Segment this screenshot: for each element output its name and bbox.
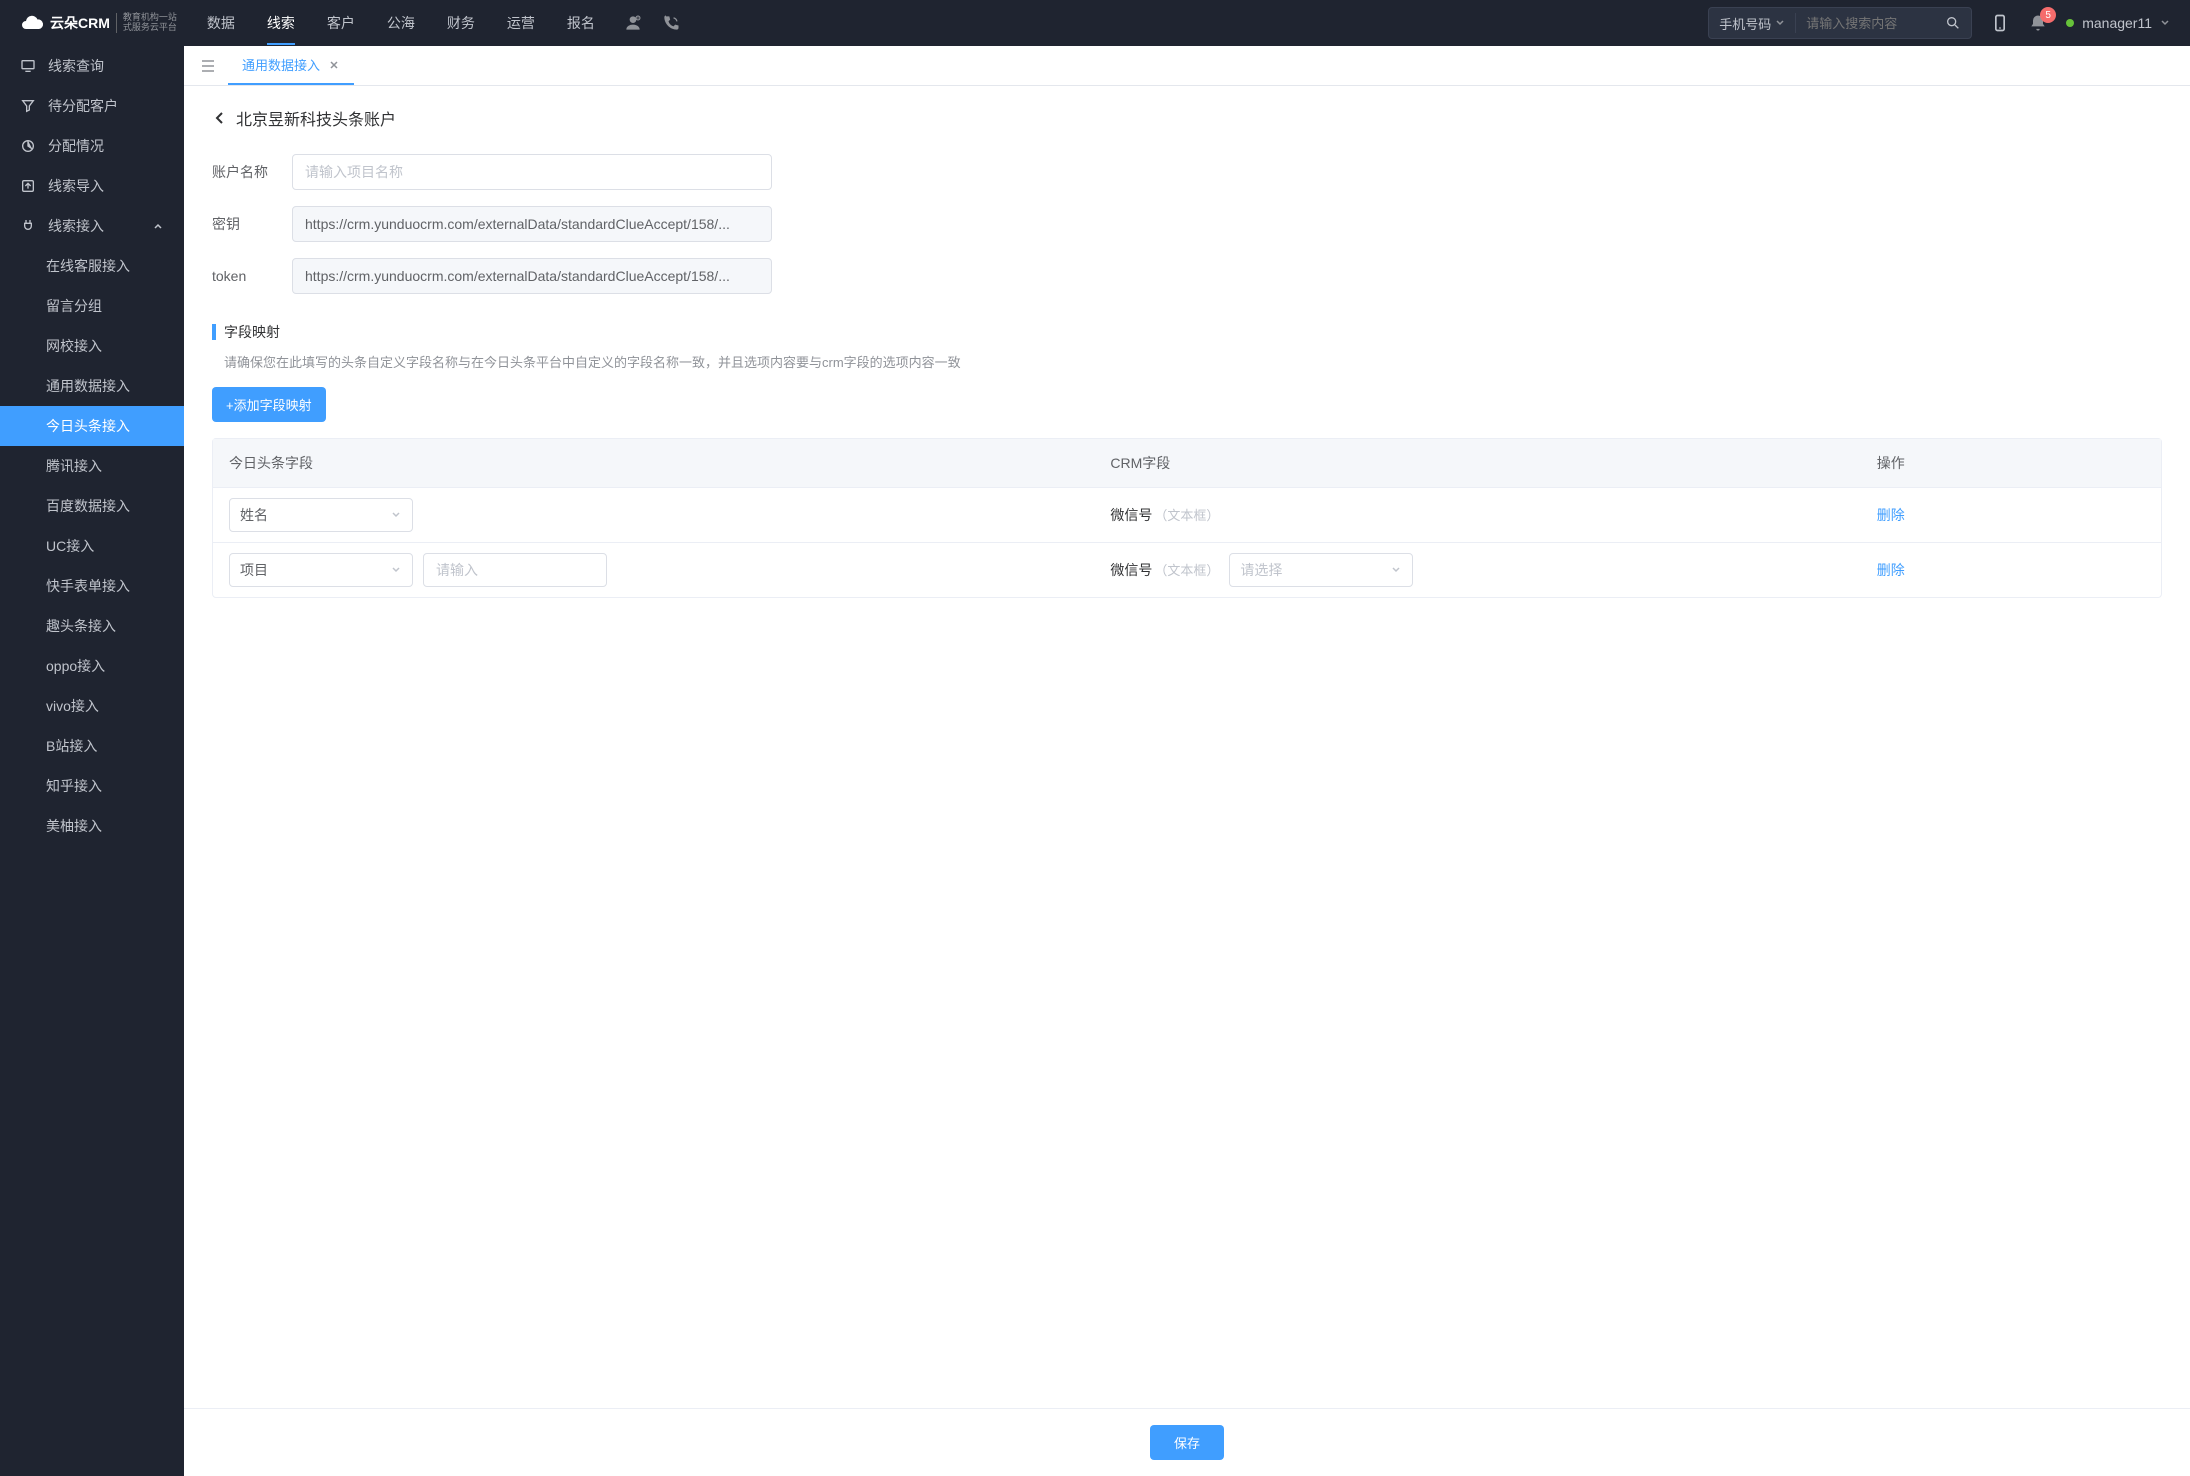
cloud-icon	[20, 11, 44, 35]
monitor-icon	[20, 58, 36, 74]
chevron-down-icon	[390, 564, 402, 576]
search-icon	[1945, 15, 1961, 31]
status-dot	[2066, 19, 2074, 27]
sidebar-item[interactable]: 线索查询	[0, 46, 184, 86]
sidebar-item[interactable]: 线索导入	[0, 166, 184, 206]
search-input[interactable]	[1795, 13, 1935, 33]
crm-field-label: 微信号（文本框）	[1110, 505, 1219, 525]
section-accent-bar	[212, 324, 216, 340]
account-label: 账户名称	[212, 162, 292, 182]
logo-subtitle: 教育机构一站 式服务云平台	[116, 13, 177, 33]
sidebar-sub-item[interactable]: UC接入	[0, 526, 184, 566]
user-plus-icon[interactable]	[623, 13, 643, 33]
nav-item[interactable]: 财务	[447, 1, 475, 45]
close-icon[interactable]	[328, 59, 340, 71]
nav-item[interactable]: 线索	[267, 1, 295, 45]
nav-item[interactable]: 数据	[207, 1, 235, 45]
back-icon[interactable]	[212, 110, 228, 126]
nav-item[interactable]: 运营	[507, 1, 535, 45]
sidebar-sub-item[interactable]: 今日头条接入	[0, 406, 184, 446]
table-header-toutiao: 今日头条字段	[229, 453, 1110, 473]
crm-field-select[interactable]: 请选择	[1229, 553, 1413, 587]
page-title: 北京昱新科技头条账户	[236, 106, 396, 130]
main-content: 通用数据接入 北京昱新科技头条账户 账户名称 密钥 token 字段映射	[184, 46, 2190, 1476]
token-label: token	[212, 268, 292, 284]
footer-bar: 保存	[184, 1408, 2190, 1476]
section-title: 字段映射	[224, 322, 280, 342]
sidebar-sub-item[interactable]: 留言分组	[0, 286, 184, 326]
delete-link[interactable]: 删除	[1877, 562, 1905, 578]
sidebar-sub-item[interactable]: 网校接入	[0, 326, 184, 366]
add-field-mapping-button[interactable]: +添加字段映射	[212, 387, 326, 422]
account-name-input[interactable]	[292, 154, 772, 190]
chevron-up-icon	[152, 220, 164, 232]
chevron-down-icon	[1390, 564, 1402, 576]
secret-label: 密钥	[212, 214, 292, 234]
sidebar-sub-item[interactable]: 在线客服接入	[0, 246, 184, 286]
phone-icon[interactable]	[661, 13, 681, 33]
sidebar-item[interactable]: 分配情况	[0, 126, 184, 166]
sidebar-item[interactable]: 线索接入	[0, 206, 184, 246]
search-type-select[interactable]: 手机号码	[1709, 14, 1795, 33]
chevron-down-icon	[2160, 18, 2170, 28]
mobile-icon[interactable]	[1990, 13, 2010, 33]
toutiao-field-select[interactable]: 姓名	[229, 498, 413, 532]
sidebar-sub-item[interactable]: 百度数据接入	[0, 486, 184, 526]
secret-input[interactable]	[292, 206, 772, 242]
user-menu[interactable]: manager11	[2066, 15, 2170, 31]
nav-item[interactable]: 客户	[327, 1, 355, 45]
sidebar-sub-item[interactable]: 通用数据接入	[0, 366, 184, 406]
search-button[interactable]	[1935, 15, 1971, 31]
nav-item[interactable]: 报名	[567, 1, 595, 45]
sidebar-sub-item[interactable]: 美柚接入	[0, 806, 184, 846]
save-button[interactable]: 保存	[1150, 1425, 1224, 1460]
table-header-action: 操作	[1877, 453, 2145, 473]
toutiao-extra-input[interactable]	[423, 553, 607, 587]
table-header-crm: CRM字段	[1110, 453, 1876, 473]
table-row: 姓名 微信号（文本框） 删除	[213, 487, 2161, 542]
plug-icon	[20, 218, 36, 234]
token-input[interactable]	[292, 258, 772, 294]
nav-item[interactable]: 公海	[387, 1, 415, 45]
search-box: 手机号码	[1708, 7, 1972, 39]
toutiao-field-select[interactable]: 项目	[229, 553, 413, 587]
sidebar-sub-item[interactable]: oppo接入	[0, 646, 184, 686]
notification-badge: 5	[2040, 7, 2056, 23]
sidebar-sub-item[interactable]: B站接入	[0, 726, 184, 766]
export-icon	[20, 178, 36, 194]
field-mapping-table: 今日头条字段 CRM字段 操作 姓名微信号（文本框）删除项目微信号（文本框）请选…	[212, 438, 2162, 598]
tabs-collapse-icon[interactable]	[196, 54, 220, 78]
logo[interactable]: 云朵CRM 教育机构一站 式服务云平台	[20, 11, 177, 35]
delete-link[interactable]: 删除	[1877, 507, 1905, 523]
sidebar-item[interactable]: 待分配客户	[0, 86, 184, 126]
notification-bell[interactable]: 5	[2028, 13, 2048, 33]
crm-field-label: 微信号（文本框）	[1110, 560, 1219, 580]
header-bar: 云朵CRM 教育机构一站 式服务云平台 数据线索客户公海财务运营报名 手机号码 …	[0, 0, 2190, 46]
sidebar-sub-item[interactable]: 知乎接入	[0, 766, 184, 806]
sidebar-sub-item[interactable]: 快手表单接入	[0, 566, 184, 606]
pie-icon	[20, 138, 36, 154]
chevron-down-icon	[1775, 18, 1785, 28]
user-name: manager11	[2082, 15, 2152, 31]
tabs-bar: 通用数据接入	[184, 46, 2190, 86]
tab[interactable]: 通用数据接入	[228, 46, 354, 85]
sidebar-sub-item[interactable]: vivo接入	[0, 686, 184, 726]
funnel-icon	[20, 98, 36, 114]
section-description: 请确保您在此填写的头条自定义字段名称与在今日头条平台中自定义的字段名称一致，并且…	[212, 352, 2162, 371]
top-nav: 数据线索客户公海财务运营报名	[207, 1, 595, 45]
sidebar-sub-item[interactable]: 趣头条接入	[0, 606, 184, 646]
table-row: 项目 微信号（文本框） 请选择 删除	[213, 542, 2161, 597]
sidebar: 线索查询待分配客户分配情况线索导入线索接入在线客服接入留言分组网校接入通用数据接…	[0, 46, 184, 1476]
sidebar-sub-item[interactable]: 腾讯接入	[0, 446, 184, 486]
logo-text: 云朵CRM	[50, 13, 110, 33]
chevron-down-icon	[390, 509, 402, 521]
